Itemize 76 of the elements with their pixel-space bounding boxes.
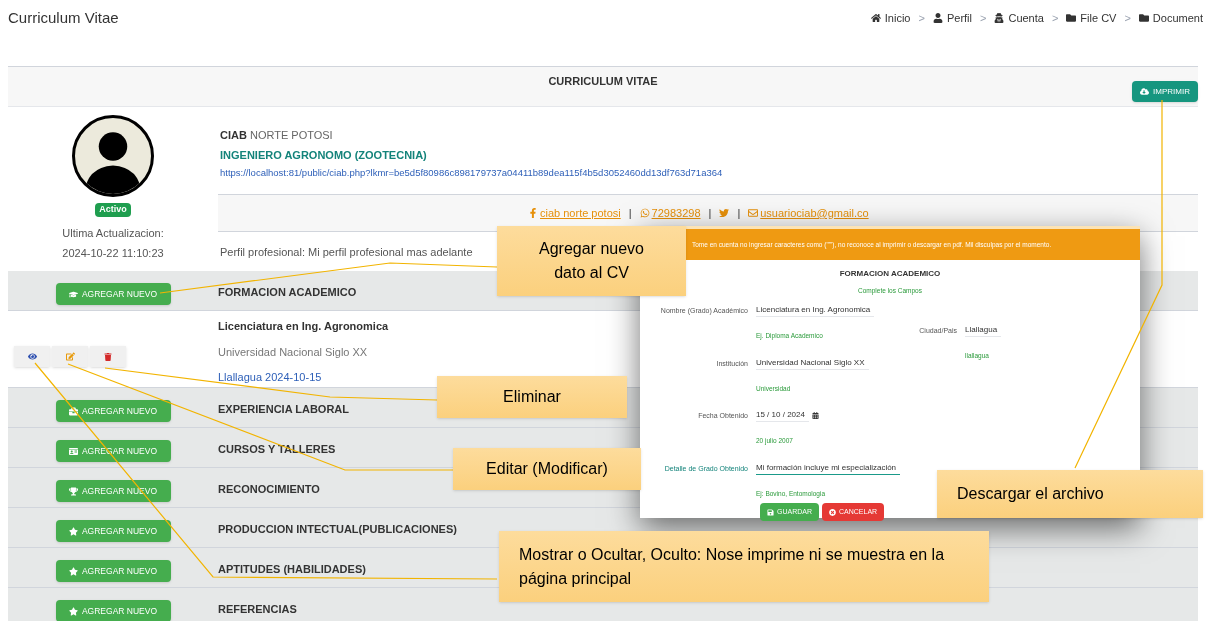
entry-place-date: Llallagua 2024-10-15 bbox=[218, 370, 323, 385]
star-icon bbox=[68, 606, 78, 616]
breadcrumb-link[interactable]: Perfil bbox=[946, 9, 972, 27]
section-title: APTITUDES (HABILIDADES) bbox=[218, 562, 366, 577]
annotation-callout: Editar (Modificar) bbox=[453, 448, 641, 490]
section-title: RECONOCIMIENTO bbox=[218, 482, 320, 497]
trash-icon bbox=[104, 352, 112, 361]
visibility-button[interactable] bbox=[14, 346, 50, 367]
section-title: REFERENCIAS bbox=[218, 602, 297, 617]
input-field[interactable]: Llallagua bbox=[965, 323, 1002, 337]
calendar-icon bbox=[811, 412, 819, 420]
breadcrumb-separator: > bbox=[1051, 10, 1059, 26]
contact-link[interactable] bbox=[719, 208, 730, 218]
breadcrumb-link[interactable]: Inicio bbox=[884, 9, 911, 27]
cloud-download-icon bbox=[1140, 87, 1150, 96]
separator: | bbox=[737, 205, 741, 221]
print-button[interactable]: IMPRIMIR bbox=[1132, 81, 1198, 102]
graduation-cap-icon bbox=[68, 289, 78, 299]
envelope-icon bbox=[748, 208, 759, 218]
add-new-button[interactable]: AGREGAR NUEVO bbox=[55, 400, 171, 422]
page-title: Curriculum Vitae bbox=[8, 7, 119, 28]
save-icon bbox=[767, 508, 774, 516]
input-field[interactable]: Licenciatura en Ing. Agronomica bbox=[756, 303, 875, 317]
section-title: FORMACION ACADEMICO bbox=[218, 285, 357, 300]
entry-institution: Universidad Nacional Siglo XX bbox=[218, 344, 369, 360]
facebook-icon bbox=[528, 208, 538, 218]
briefcase-icon bbox=[68, 406, 78, 416]
folder-icon bbox=[1138, 13, 1149, 23]
cancel-icon bbox=[829, 508, 836, 516]
add-new-button[interactable]: AGREGAR NUEVO bbox=[55, 520, 171, 542]
add-new-button[interactable]: AGREGAR NUEVO bbox=[55, 600, 171, 621]
profile-summary: Perfil profesional: Mi perfil profesional mas adelante bbox=[220, 245, 473, 260]
whatsapp-icon bbox=[639, 208, 650, 218]
separator: | bbox=[628, 205, 632, 221]
home-icon bbox=[870, 13, 881, 23]
status-badge: Activo bbox=[95, 203, 131, 217]
delete-button[interactable] bbox=[90, 346, 126, 367]
star-icon bbox=[68, 566, 78, 576]
panel-title: CURRICULUM VITAE bbox=[548, 74, 658, 89]
contact-link[interactable]: usuariociab@gmail.co bbox=[748, 204, 869, 222]
contact-link[interactable]: ciab norte potosi bbox=[528, 204, 621, 222]
breadcrumb-link[interactable]: Cuenta bbox=[1008, 9, 1044, 27]
breadcrumb-link[interactable]: Document bbox=[1152, 9, 1203, 27]
twitter-icon bbox=[719, 208, 730, 218]
edit-icon bbox=[65, 352, 75, 361]
entry-title: Licenciatura en Ing. Agronomica bbox=[218, 319, 389, 334]
breadcrumb-link[interactable]: File CV bbox=[1080, 9, 1117, 27]
annotation-callout: Eliminar bbox=[437, 376, 627, 418]
separator: | bbox=[708, 205, 712, 221]
add-new-button[interactable]: AGREGAR NUEVO bbox=[55, 283, 171, 305]
section-title: EXPERIENCIA LABORAL bbox=[218, 402, 349, 417]
trophy-icon bbox=[68, 486, 78, 496]
breadcrumb-separator: > bbox=[918, 10, 925, 26]
eye-icon bbox=[27, 352, 37, 361]
profile-name: CIAB NORTE POTOSI bbox=[220, 128, 334, 143]
star-icon bbox=[68, 526, 78, 536]
last-updated-date: 2024-10-22 11:10:23 bbox=[62, 246, 164, 261]
profile-link[interactable]: https://localhost:81/public/ciab.php?lkmr=be5d5f80986c898179737a04411b89dea115f4b5d3052460dd13df763d71a364 bbox=[220, 166, 1198, 181]
add-new-button[interactable]: AGREGAR NUEVO bbox=[55, 560, 171, 582]
input-field[interactable]: Mi formación incluye mi especialización bbox=[756, 462, 901, 475]
contact-link[interactable]: 72983298 bbox=[639, 204, 701, 222]
folder-icon bbox=[1066, 13, 1077, 23]
annotation-callout: Agregar nuevo dato al CV bbox=[497, 226, 686, 296]
breadcrumb-separator: > bbox=[1124, 10, 1131, 26]
form-title: FORMACION ACADEMICO bbox=[839, 268, 941, 280]
input-field[interactable]: Universidad Nacional Siglo XX bbox=[756, 356, 869, 370]
user-icon bbox=[932, 13, 943, 23]
input-field[interactable]: 15 / 10 / 2024 bbox=[756, 409, 809, 423]
last-updated-label: Ultima Actualizacion: bbox=[62, 225, 164, 241]
user-icon bbox=[994, 13, 1005, 23]
section-title: PRODUCCION INTECTUAL(PUBLICACIONES) bbox=[218, 522, 457, 537]
breadcrumb-separator: > bbox=[980, 10, 987, 26]
annotation-callout: Mostrar o Ocultar, Oculto: Nose imprime ni se muestra en la página principal bbox=[499, 531, 989, 602]
id-card-icon bbox=[68, 446, 78, 456]
profession: INGENIERO AGRONOMO (ZOOTECNIA) bbox=[220, 147, 428, 163]
annotation-callout: Descargar el archivo bbox=[937, 470, 1203, 518]
